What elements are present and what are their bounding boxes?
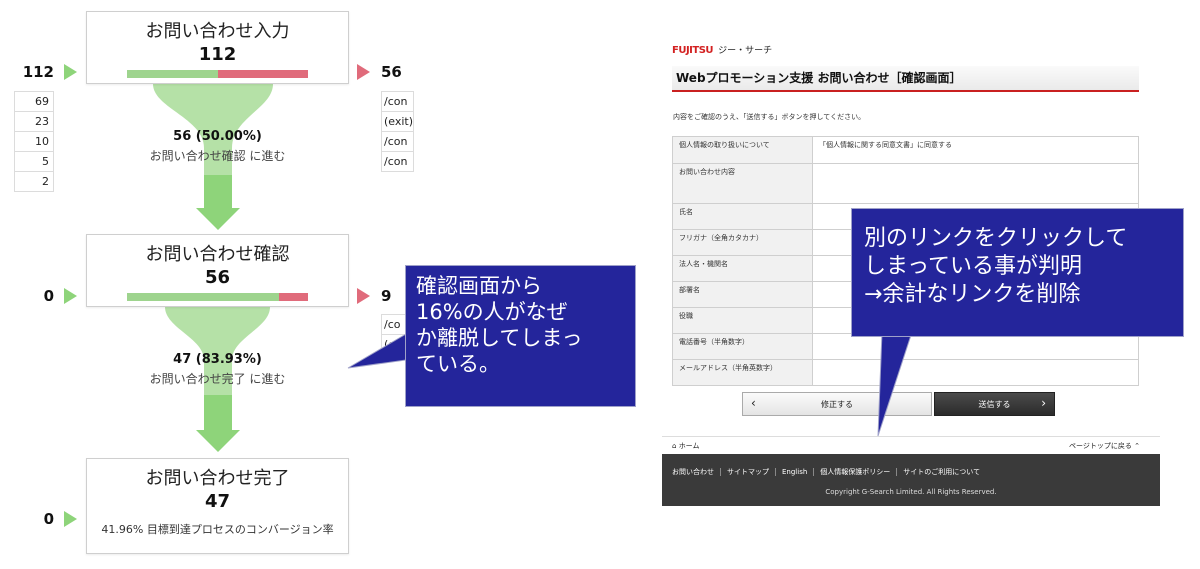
stage-count: 47 bbox=[204, 491, 231, 512]
home-link-label: ホーム bbox=[678, 442, 700, 450]
flow-label: お問い合わせ確認 に進む bbox=[149, 149, 286, 163]
stage-count: 112 bbox=[198, 44, 237, 65]
source-value: 69 bbox=[14, 91, 54, 112]
footer-link[interactable]: サイトのご利用について bbox=[897, 468, 986, 476]
exit-page-link[interactable]: /con bbox=[380, 131, 415, 152]
callout-text: 確認画面から 16%の人がなぜ か離脱してしまっ ている。 bbox=[416, 274, 583, 376]
page-top-link[interactable]: ページトップに戻る ⌃ bbox=[1069, 441, 1140, 451]
home-icon: ⌂ bbox=[672, 442, 677, 450]
exit-page-link[interactable]: (exit) bbox=[380, 111, 415, 132]
copyright: Copyright G-Search Limited. All Rights R… bbox=[825, 488, 997, 496]
stage-count: 56 bbox=[204, 267, 231, 288]
flow-label: お問い合わせ完了 に進む bbox=[149, 372, 286, 386]
form-label: お問い合わせ内容 bbox=[672, 163, 813, 204]
send-button[interactable]: 送信する › bbox=[934, 392, 1055, 416]
entries-count: 0 bbox=[43, 287, 54, 305]
exit-page-table: /con (exit) /con /con bbox=[380, 91, 415, 172]
funnel-stage-2[interactable]: お問い合わせ確認 56 bbox=[86, 234, 349, 307]
progress-bar bbox=[127, 293, 308, 301]
exits-count: 9 bbox=[381, 287, 392, 305]
form-label: 氏名 bbox=[672, 203, 813, 230]
source-value: 10 bbox=[14, 131, 54, 152]
chevron-right-icon: › bbox=[1041, 396, 1046, 410]
callout-right: 別のリンクをクリックして しまっている事が判明 →余計なリンクを削除 bbox=[851, 208, 1184, 337]
entry-arrow-icon bbox=[64, 511, 77, 527]
site-footer: お問い合わせ サイトマップ English 個人情報保護ポリシー サイトのご利用について… bbox=[662, 454, 1160, 506]
flow-percentage: 56 (50.00%) bbox=[173, 129, 262, 144]
form-value bbox=[812, 359, 1139, 386]
flow-percentage: 47 (83.93%) bbox=[173, 352, 262, 367]
exit-arrow-icon bbox=[357, 288, 370, 304]
exits-count: 56 bbox=[381, 63, 402, 81]
page-top-label: ページトップに戻る bbox=[1069, 442, 1132, 450]
source-value: 5 bbox=[14, 151, 54, 172]
footer-link[interactable]: 個人情報保護ポリシー bbox=[814, 468, 898, 476]
source-table: 69 23 10 5 2 bbox=[14, 91, 54, 192]
callout-text: 別のリンクをクリックして しまっている事が判明 →余計なリンクを削除 bbox=[864, 226, 1128, 307]
footer-link[interactable]: お問い合わせ bbox=[666, 468, 721, 476]
footer-link[interactable]: English bbox=[776, 468, 815, 476]
site-logo: FUJITSU ジー・サーチ bbox=[672, 38, 772, 57]
logo-sub: ジー・サーチ bbox=[718, 46, 773, 56]
form-label: 電話番号（半角数字） bbox=[672, 333, 813, 360]
form-label: 個人情報の取り扱いについて bbox=[672, 136, 813, 164]
form-label: 役職 bbox=[672, 307, 813, 334]
page-note: 内容をご確認のうえ、「送信する」ボタンを押してください。 bbox=[673, 113, 866, 121]
exit-arrow-icon bbox=[357, 64, 370, 80]
stage-title: お問い合わせ確認 bbox=[145, 244, 290, 265]
progress-fill bbox=[127, 70, 218, 78]
logo-brand: FUJITSU bbox=[672, 45, 714, 56]
chevron-up-icon: ⌃ bbox=[1134, 442, 1140, 450]
home-link[interactable]: ⌂ ホーム bbox=[672, 441, 699, 451]
stage-title: お問い合わせ入力 bbox=[145, 21, 290, 42]
entry-arrow-icon bbox=[64, 64, 77, 80]
progress-fill bbox=[127, 293, 280, 301]
exit-page-link[interactable]: /con bbox=[380, 91, 415, 112]
source-value: 2 bbox=[14, 171, 54, 192]
progress-bar bbox=[127, 70, 308, 78]
source-value: 23 bbox=[14, 111, 54, 132]
funnel-stage-3[interactable]: お問い合わせ完了 47 41.96% 目標到達プロセスのコンバージョン率 bbox=[86, 458, 349, 554]
form-label: 法人名・機関名 bbox=[672, 255, 813, 282]
entries-count: 0 bbox=[43, 510, 54, 528]
send-button-label: 送信する bbox=[978, 400, 1011, 409]
stage-title: お問い合わせ完了 bbox=[145, 468, 290, 489]
form-label: 部署名 bbox=[672, 281, 813, 308]
form-value: 「個人情報に関する同意文書」に同意する bbox=[812, 136, 1139, 164]
entry-arrow-icon bbox=[64, 288, 77, 304]
page-title: Webプロモーション支援 お問い合わせ［確認画面］ bbox=[672, 66, 1139, 92]
footer-links: お問い合わせ サイトマップ English 個人情報保護ポリシー サイトのご利用について bbox=[666, 459, 986, 478]
entries-count: 112 bbox=[22, 63, 54, 81]
down-arrow-2 bbox=[196, 395, 240, 452]
form-value bbox=[812, 163, 1139, 204]
down-arrow-1 bbox=[196, 175, 240, 230]
callout-pointer-right bbox=[877, 331, 913, 437]
form-label: フリガナ（全角カタカナ） bbox=[672, 229, 813, 256]
exit-page-link[interactable]: /con bbox=[380, 151, 415, 172]
funnel-stage-1[interactable]: お問い合わせ入力 112 bbox=[86, 11, 349, 84]
callout-left: 確認画面から 16%の人がなぜ か離脱してしまっ ている。 bbox=[405, 265, 636, 407]
form-label: メールアドレス（半角英数字） bbox=[672, 359, 813, 386]
form-value bbox=[812, 333, 1139, 360]
footer-link[interactable]: サイトマップ bbox=[721, 468, 776, 476]
conversion-rate: 41.96% 目標到達プロセスのコンバージョン率 bbox=[101, 523, 334, 536]
